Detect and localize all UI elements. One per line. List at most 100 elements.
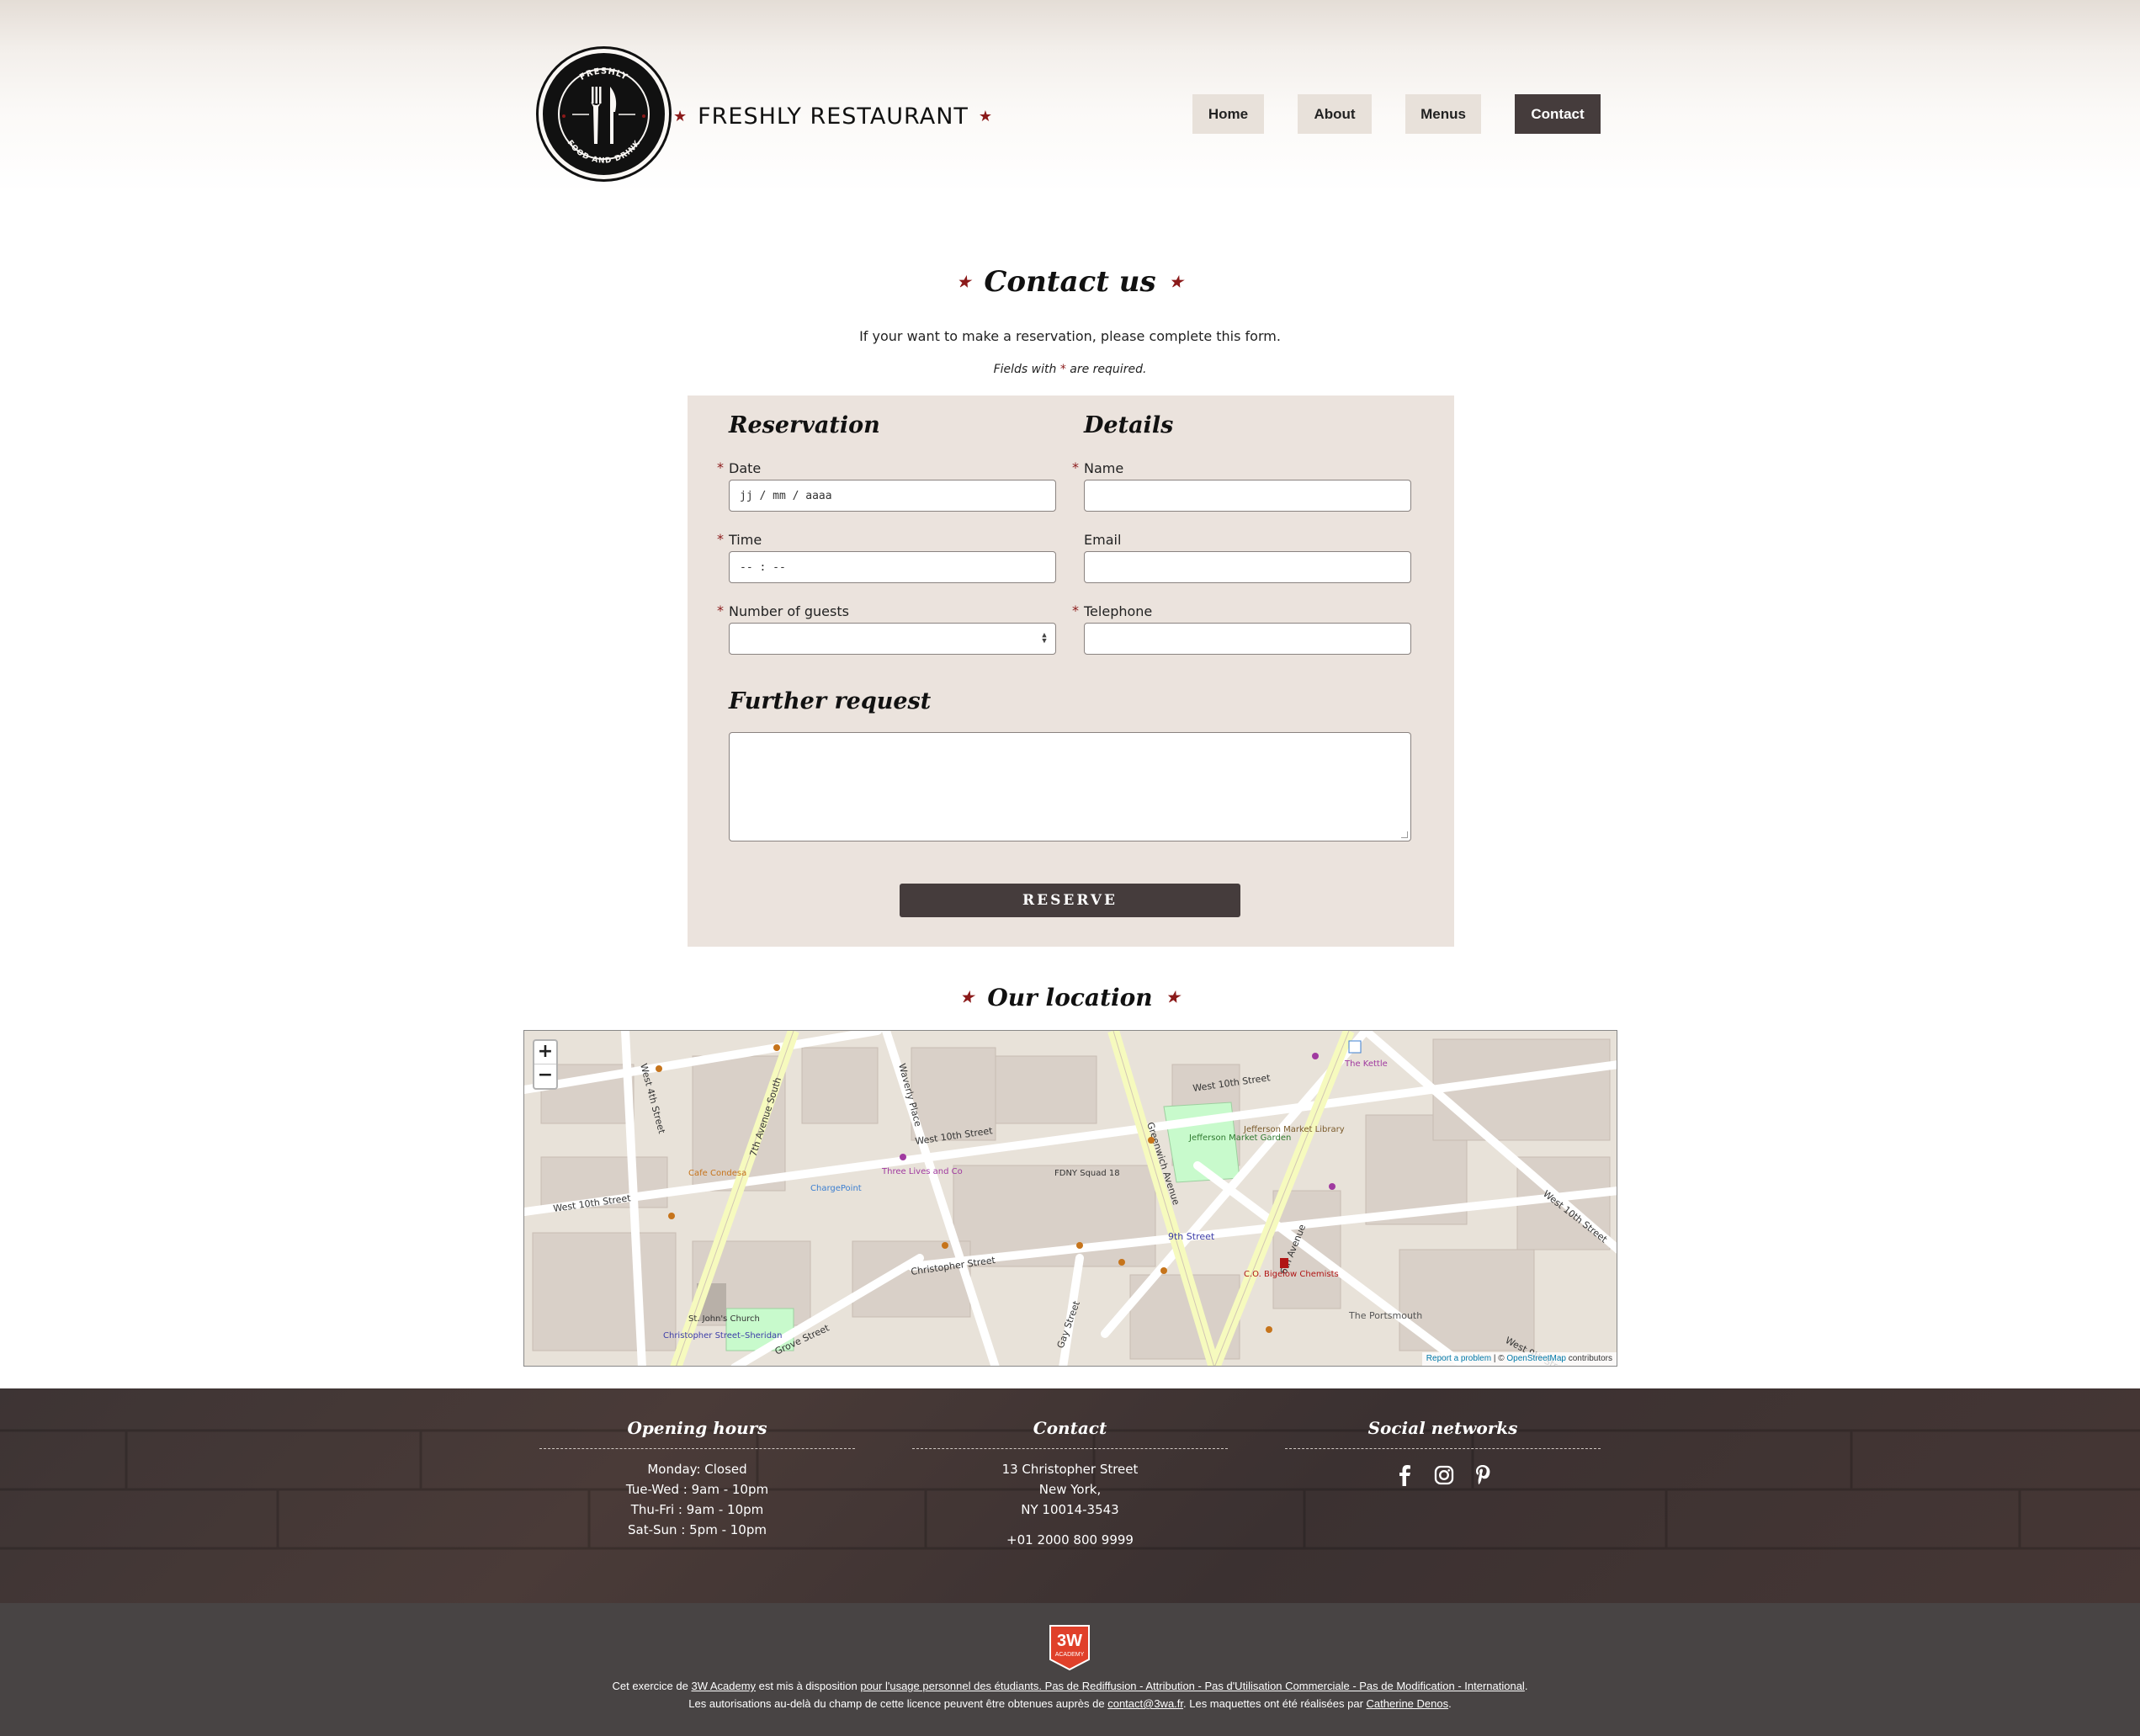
date-placeholder: jj / mm / aaaa: [740, 489, 832, 502]
hours-line: Sat-Sun : 5pm - 10pm: [628, 1522, 767, 1537]
license-text: Les autorisations au-delà du champ de ce…: [688, 1697, 1108, 1710]
nav-about[interactable]: About: [1298, 94, 1372, 134]
fork-knife-icon: FRESHLY FOOD AND DRINK: [562, 66, 645, 166]
telephone-input[interactable]: [1084, 623, 1411, 655]
guests-input[interactable]: ▲ ▼: [729, 623, 1056, 655]
license-text: est mis à disposition: [756, 1680, 861, 1692]
facebook-icon[interactable]: [1395, 1464, 1414, 1486]
address-line: New York,: [1038, 1482, 1102, 1497]
required-mark: *: [1072, 459, 1079, 475]
badge-text: 3W: [1057, 1632, 1082, 1650]
map-label: FDNY Squad 18: [1054, 1169, 1120, 1178]
email-label-text: Email: [1084, 532, 1122, 548]
3w-academy-logo[interactable]: 3W ACADEMY: [1049, 1624, 1091, 1671]
map-label: Jefferson Market Library: [1243, 1125, 1345, 1134]
author-link[interactable]: Catherine Denos: [1367, 1697, 1449, 1710]
contact-email-link[interactable]: contact@3wa.fr: [1107, 1697, 1183, 1710]
required-star: *: [1059, 363, 1066, 376]
star-icon: ★: [960, 988, 974, 1006]
star-icon: ★: [957, 273, 971, 291]
reserve-button[interactable]: RESERVE: [900, 884, 1240, 917]
star-icon: ★: [978, 107, 994, 125]
phone-number: +01 2000 800 9999: [1006, 1532, 1134, 1548]
contact-footer-title: Contact: [912, 1418, 1228, 1449]
required-mark: *: [717, 603, 724, 618]
zoom-out-button[interactable]: −: [534, 1064, 556, 1088]
contact-intro: If your want to make a reservation, plea…: [859, 328, 1281, 344]
contact-column: Contact 13 Christopher Street New York, …: [912, 1418, 1228, 1550]
logo-text-top: FRESHLY: [578, 66, 629, 82]
nav-home[interactable]: Home: [1192, 94, 1264, 134]
brand-name: ★ FRESHLY RESTAURANT ★: [673, 99, 993, 133]
logo-text-bottom: FOOD AND DRINK: [566, 139, 642, 166]
openstreetmap-link[interactable]: OpenStreetMap: [1506, 1354, 1566, 1363]
hours-line: Tue-Wed : 9am - 10pm: [625, 1482, 769, 1497]
map-label: Cafe Condesa: [688, 1169, 746, 1178]
map-label: St. John's Church: [688, 1314, 760, 1324]
map-label: The Portsmouth: [1348, 1310, 1422, 1321]
required-mark: *: [1072, 603, 1079, 618]
license-link[interactable]: pour l'usage personnel des étudiants. Pa…: [860, 1680, 1524, 1692]
time-label-text: Time: [729, 532, 762, 548]
license-line-2: Les autorisations au-delà du champ de ce…: [0, 1697, 2140, 1710]
svg-text:FOOD AND DRINK: FOOD AND DRINK: [566, 139, 643, 166]
map-label: Christopher Street–Sheridan: [663, 1331, 783, 1340]
required-note: Fields with * are required.: [0, 363, 2140, 376]
email-input[interactable]: [1084, 551, 1411, 583]
name-label: * Name: [1072, 459, 1124, 476]
reservation-heading: Reservation: [729, 412, 880, 438]
license-text: .: [1448, 1697, 1452, 1710]
location-map[interactable]: West 4th Street 7th Avenue South Waverly…: [523, 1030, 1617, 1367]
star-icon: ★: [1169, 273, 1183, 291]
hours-line: Monday: Closed: [647, 1462, 747, 1477]
zoom-in-button[interactable]: +: [534, 1041, 556, 1064]
report-problem-link[interactable]: Report a problem: [1426, 1354, 1491, 1363]
resize-handle-icon[interactable]: [1401, 831, 1408, 838]
further-request-textarea[interactable]: [729, 732, 1411, 841]
address-line: NY 10014-3543: [1021, 1502, 1119, 1517]
main-nav: Home About Menus Contact: [1192, 94, 1601, 134]
opening-hours-title: Opening hours: [539, 1418, 855, 1449]
svg-text:FRESHLY: FRESHLY: [578, 66, 629, 82]
time-input[interactable]: -- : --: [729, 551, 1056, 583]
social-title: Social networks: [1285, 1418, 1601, 1449]
brand-text: FRESHLY RESTAURANT: [698, 103, 969, 130]
badge-sub: ACADEMY: [1055, 1652, 1085, 1658]
time-placeholder: -- : --: [740, 560, 786, 574]
license-text: .: [1524, 1680, 1528, 1692]
name-input[interactable]: [1084, 480, 1411, 512]
location-title: ★ Our location ★: [0, 979, 2140, 1016]
address-line: 13 Christopher Street: [1001, 1462, 1139, 1477]
reservation-form: [688, 396, 1454, 947]
contact-title-text: Contact us: [984, 265, 1156, 299]
map-tiles: West 4th Street 7th Avenue South Waverly…: [524, 1031, 1617, 1366]
date-label: * Date: [717, 459, 762, 476]
star-icon: ★: [673, 107, 688, 125]
telephone-label-text: Telephone: [1084, 603, 1153, 619]
opening-hours-column: Opening hours Monday: Closed Tue-Wed : 9…: [539, 1418, 855, 1540]
required-mark: *: [717, 459, 724, 475]
further-request-heading: Further request: [729, 688, 932, 714]
map-label: Jefferson Market Garden: [1188, 1133, 1291, 1143]
map-label: 9th Street: [1168, 1231, 1215, 1242]
telephone-label: * Telephone: [1072, 603, 1153, 619]
restaurant-logo[interactable]: FRESHLY FOOD AND DRINK: [539, 49, 669, 179]
zoom-control: + −: [533, 1039, 558, 1090]
details-heading: Details: [1084, 412, 1174, 438]
license-text: . Les maquettes ont été réalisées par: [1183, 1697, 1367, 1710]
guests-label: * Number of guests: [717, 603, 849, 619]
hours-line: Thu-Fri : 9am - 10pm: [630, 1502, 764, 1517]
nav-contact[interactable]: Contact: [1515, 94, 1601, 134]
nav-menus[interactable]: Menus: [1405, 94, 1481, 134]
map-label: Three Lives and Co: [881, 1167, 963, 1176]
site-header: [0, 0, 2140, 194]
pinterest-icon[interactable]: [1474, 1464, 1491, 1486]
map-attribution: Report a problem | © OpenStreetMap contr…: [1421, 1352, 1617, 1366]
date-label-text: Date: [729, 460, 762, 476]
3w-academy-link[interactable]: 3W Academy: [691, 1680, 756, 1692]
date-input[interactable]: jj / mm / aaaa: [729, 480, 1056, 512]
name-label-text: Name: [1084, 460, 1124, 476]
star-icon: ★: [1166, 988, 1180, 1006]
instagram-icon[interactable]: [1434, 1464, 1454, 1486]
spinner-icon[interactable]: ▲ ▼: [1040, 632, 1049, 645]
